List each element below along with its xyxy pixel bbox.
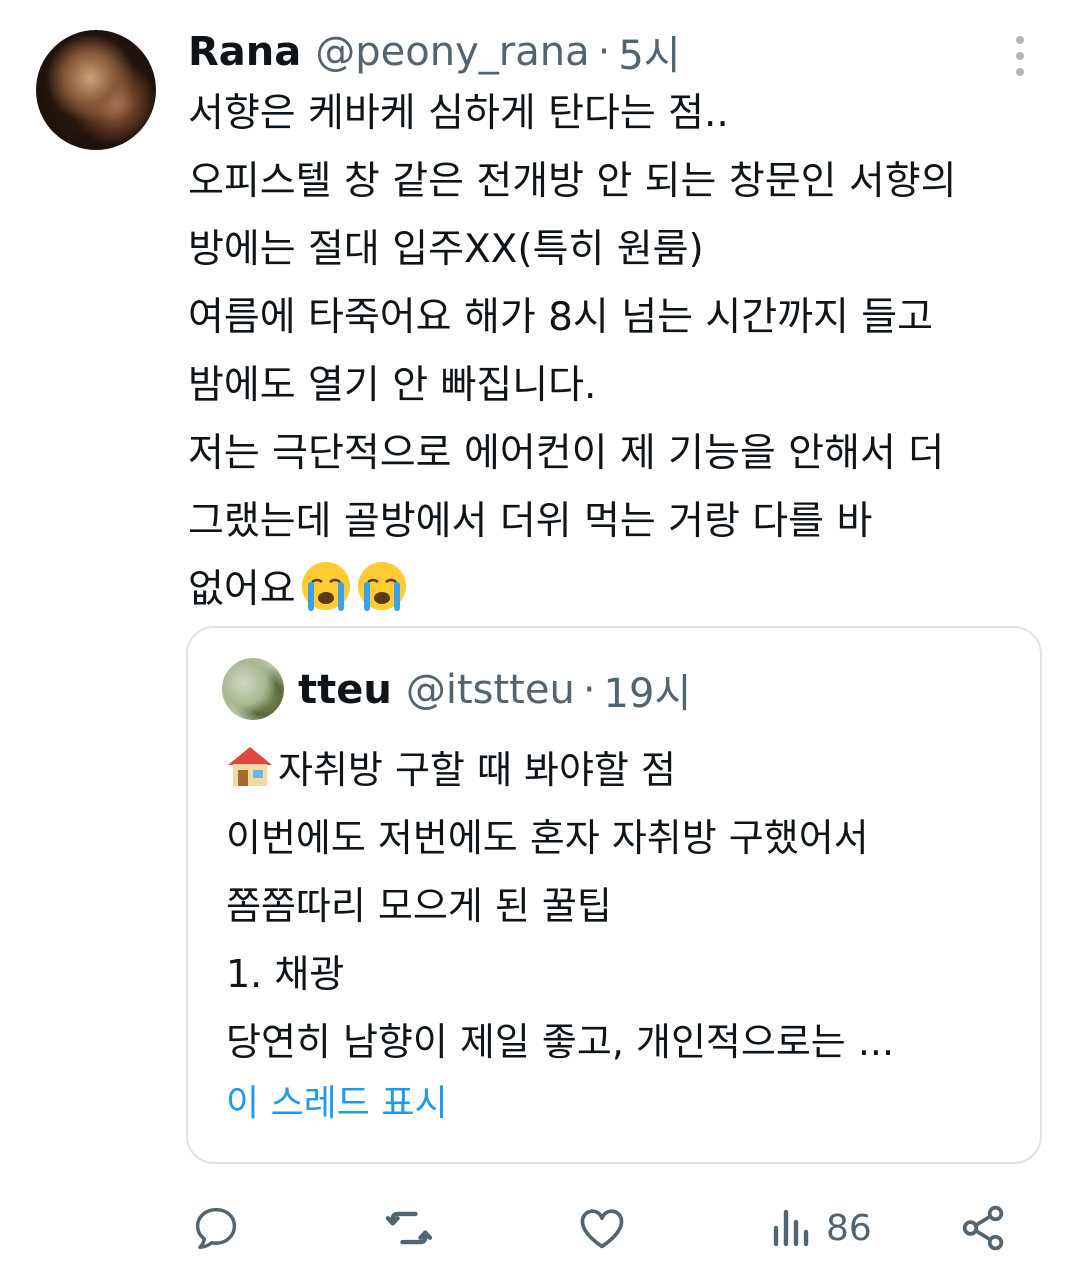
tweet-line: 서향은 케바케 심하게 탄다는 점.. [188,91,729,136]
quoted-line: 이번에도 저번에도 혼자 자취방 구했어서 [226,816,869,860]
quoted-tweet[interactable]: tteu @itstteu · 19시 자취방 구할 때 봐야할 점 이번에도 … [186,626,1042,1164]
action-bar: 86 [0,1196,1080,1260]
views-count: 86 [826,1207,872,1249]
quoted-line: 자취방 구할 때 봐야할 점 [278,748,676,792]
quoted-text: 자취방 구할 때 봐야할 점 이번에도 저번에도 혼자 자취방 구했어서 쫌쫌따… [226,736,1026,1076]
quoted-header-separator: · [582,667,596,713]
more-icon[interactable] [1006,36,1034,76]
quoted-author-name[interactable]: tteu [298,667,392,713]
share-button[interactable] [958,1196,1008,1260]
quoted-author-handle[interactable]: @itstteu [406,667,575,713]
quoted-line: 쫌쫌따리 모으게 된 꿀팁 [226,884,612,928]
heart-icon [580,1209,624,1249]
show-thread-link[interactable]: 이 스레드 표시 [226,1074,448,1134]
share-icon [962,1205,1004,1251]
quoted-avatar[interactable] [222,658,284,720]
tweet-line: 그랬는데 골방에서 더위 먹는 거랑 다를 바 [188,499,873,544]
quoted-header: tteu @itstteu · 19시 [298,662,691,718]
tweet-header: Rana @peony_rana · 5시 [188,24,681,80]
avatar[interactable] [36,30,156,150]
quoted-line: 당연히 남향이 제일 좋고, 개인적으로는 ... [226,1020,895,1064]
reply-button[interactable] [190,1196,242,1260]
crying-face-emoji-icon [357,562,406,611]
tweet-line: 없어요 [188,567,296,612]
tweet-time[interactable]: 5시 [618,23,680,81]
author-name[interactable]: Rana [188,29,301,75]
views-button[interactable]: 86 [768,1196,872,1260]
tweet-line: 오피스텔 창 같은 전개방 안 되는 창문인 서향의 [188,159,957,204]
author-handle[interactable]: @peony_rana [315,29,589,75]
quoted-line: 1. 채광 [226,952,345,996]
like-button[interactable] [576,1196,628,1260]
tweet-line: 저는 극단적으로 에어컨이 제 기능을 안해서 더 [188,431,945,476]
header-separator: · [597,29,611,75]
tweet-line: 밤에도 열기 안 빠집니다. [188,363,597,408]
quoted-line-first: 자취방 구할 때 봐야할 점 [226,736,1026,804]
house-emoji-icon [228,747,272,786]
tweet-line: 여름에 타죽어요 해가 8시 넘는 시간까지 들고 [188,295,934,340]
reply-icon [195,1207,237,1250]
crying-face-emoji-icon [301,562,350,611]
views-icon [773,1209,809,1247]
quoted-time[interactable]: 19시 [604,661,692,719]
tweet-text: 서향은 케바케 심하게 탄다는 점.. 오피스텔 창 같은 전개방 안 되는 창… [188,80,1058,624]
tweet-line-last: 없어요 [188,556,1058,624]
tweet-line: 방에는 절대 입주XX(특히 원룸) [188,227,704,272]
retweet-button[interactable] [383,1196,435,1260]
retweet-icon [385,1211,433,1245]
